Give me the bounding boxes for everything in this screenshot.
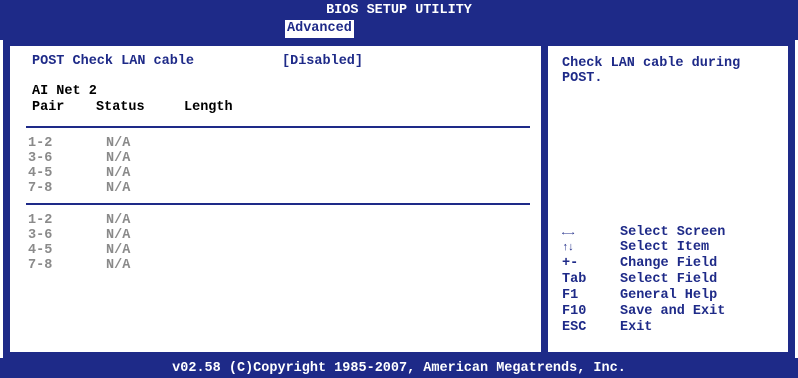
tab-advanced[interactable]: Advanced [285,20,354,38]
help-select-screen: Select Screen [620,225,726,240]
group2-status-1-2: N/A [106,213,131,228]
bios-title: BIOS SETUP UTILITY [326,3,472,18]
group1-status-1-2: N/A [106,136,131,151]
group1-pair-1-2: 1-2 [28,136,53,151]
group2-status-4-5: N/A [106,243,131,258]
settings-panel: POST Check LAN cable [Disabled] AI Net 2… [10,46,541,352]
group1-status-7-8: N/A [106,181,131,196]
help-select-item: Select Item [620,240,710,255]
help-panel: Check LAN cable during POST. ←→ Select S… [548,46,788,352]
post-check-lan-cable-value[interactable]: [Disabled] [282,54,363,70]
group1-pair-3-6: 3-6 [28,151,53,166]
group1-status-3-6: N/A [106,151,131,166]
column-pair-header: Pair [32,100,65,115]
help-select-field: Select Field [620,272,718,287]
column-length-header: Length [184,100,233,115]
group2-pair-3-6: 3-6 [28,228,53,243]
group2-status-7-8: N/A [106,258,131,273]
help-general-help: General Help [620,288,718,303]
group1-pair-7-8: 7-8 [28,181,53,196]
help-change-field: Change Field [620,256,718,271]
group1-status-4-5: N/A [106,166,131,181]
group1-pair-4-5: 4-5 [28,166,53,181]
footer-bar: v02.58 (C)Copyright 1985-2007, American … [0,358,798,378]
post-check-lan-cable-label[interactable]: POST Check LAN cable [32,54,194,70]
help-text-line-1: Check LAN cable during [562,56,741,71]
separator-1 [26,126,530,128]
header-bar: BIOS SETUP UTILITY Advanced [0,0,798,40]
help-exit: Exit [620,320,653,335]
left-right-arrows-icon: ←→ [562,227,574,239]
group2-pair-1-2: 1-2 [28,213,53,228]
help-text-line-2: POST. [562,71,603,86]
copyright-text: v02.58 (C)Copyright 1985-2007, American … [172,361,626,376]
help-key-f10: F10 [562,304,587,319]
up-down-arrows-icon: ↑↓ [562,242,574,254]
help-key-esc: ESC [562,320,587,335]
help-key-tab: Tab [562,272,587,287]
group2-pair-4-5: 4-5 [28,243,53,258]
help-key-plus-minus: +- [562,256,579,271]
column-status-header: Status [96,100,145,115]
ai-net-section-title: AI Net 2 [32,84,97,99]
help-save-and-exit: Save and Exit [620,304,726,319]
separator-2 [26,203,530,205]
group2-pair-7-8: 7-8 [28,258,53,273]
group2-status-3-6: N/A [106,228,131,243]
help-key-f1: F1 [562,288,579,303]
